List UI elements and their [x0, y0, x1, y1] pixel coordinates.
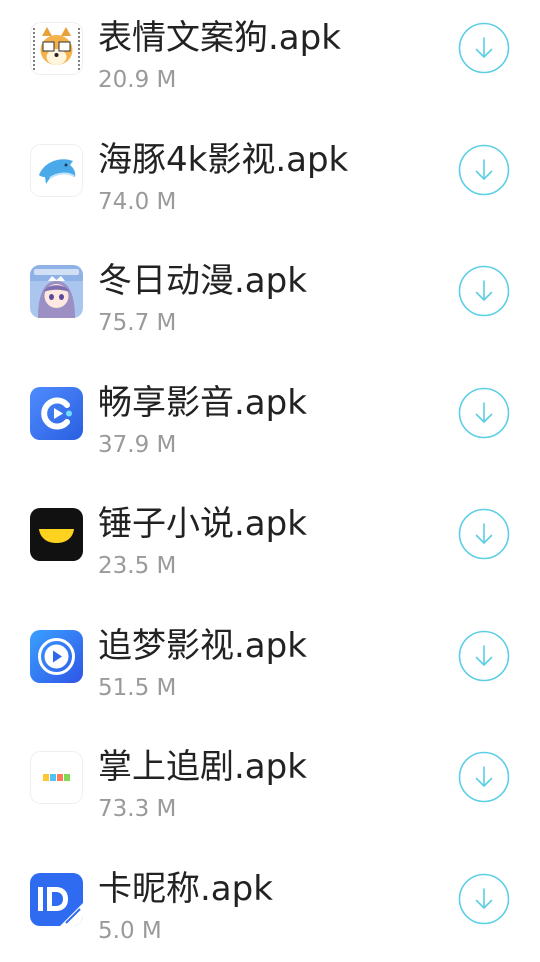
download-button[interactable]	[458, 873, 510, 925]
list-item[interactable]: 锤子小说.apk 23.5 M	[0, 476, 540, 598]
anime-girl-app-icon	[30, 265, 83, 318]
file-size: 20.9 M	[98, 65, 176, 95]
list-item[interactable]: 表情文案狗.apk 20.9 M	[0, 0, 540, 112]
download-arrow-icon	[458, 22, 510, 74]
download-button[interactable]	[458, 630, 510, 682]
file-size: 51.5 M	[98, 673, 176, 703]
file-name: 锤子小说.apk	[98, 502, 307, 546]
file-size: 75.7 M	[98, 308, 176, 338]
download-arrow-icon	[458, 751, 510, 803]
file-name: 表情文案狗.apk	[98, 16, 341, 60]
list-item[interactable]: 卡昵称.apk 5.0 M	[0, 841, 540, 962]
file-size: 37.9 M	[98, 430, 176, 460]
download-arrow-icon	[458, 265, 510, 317]
file-name: 畅享影音.apk	[98, 381, 307, 425]
file-name: 掌上追剧.apk	[98, 745, 307, 789]
download-arrow-icon	[458, 873, 510, 925]
download-button[interactable]	[458, 265, 510, 317]
apk-file-list: 表情文案狗.apk 20.9 M 海豚4k影视.apk 74.0 M	[0, 0, 540, 962]
download-arrow-icon	[458, 387, 510, 439]
file-size: 73.3 M	[98, 794, 176, 824]
smiling-face-app-icon	[30, 508, 83, 561]
file-size: 74.0 M	[98, 187, 176, 217]
file-size: 5.0 M	[98, 916, 162, 946]
id-badge-app-icon	[30, 873, 83, 926]
play-c-app-icon	[30, 387, 83, 440]
file-name: 海豚4k影视.apk	[98, 138, 348, 182]
download-arrow-icon	[458, 144, 510, 196]
file-name: 卡昵称.apk	[98, 867, 273, 911]
file-size: 23.5 M	[98, 551, 176, 581]
colorful-blocks-app-icon	[30, 751, 83, 804]
list-item[interactable]: 追梦影视.apk 51.5 M	[0, 598, 540, 720]
download-arrow-icon	[458, 508, 510, 560]
play-circle-app-icon	[30, 630, 83, 683]
download-button[interactable]	[458, 751, 510, 803]
dolphin-app-icon	[30, 144, 83, 197]
list-item[interactable]: 畅享影音.apk 37.9 M	[0, 355, 540, 477]
file-name: 追梦影视.apk	[98, 624, 307, 668]
download-button[interactable]	[458, 22, 510, 74]
list-item[interactable]: 掌上追剧.apk 73.3 M	[0, 719, 540, 841]
download-button[interactable]	[458, 508, 510, 560]
list-item[interactable]: 海豚4k影视.apk 74.0 M	[0, 112, 540, 234]
download-arrow-icon	[458, 630, 510, 682]
file-name: 冬日动漫.apk	[98, 259, 307, 303]
download-button[interactable]	[458, 387, 510, 439]
download-button[interactable]	[458, 144, 510, 196]
list-item[interactable]: 冬日动漫.apk 75.7 M	[0, 233, 540, 355]
doge-meme-app-icon	[30, 22, 83, 75]
